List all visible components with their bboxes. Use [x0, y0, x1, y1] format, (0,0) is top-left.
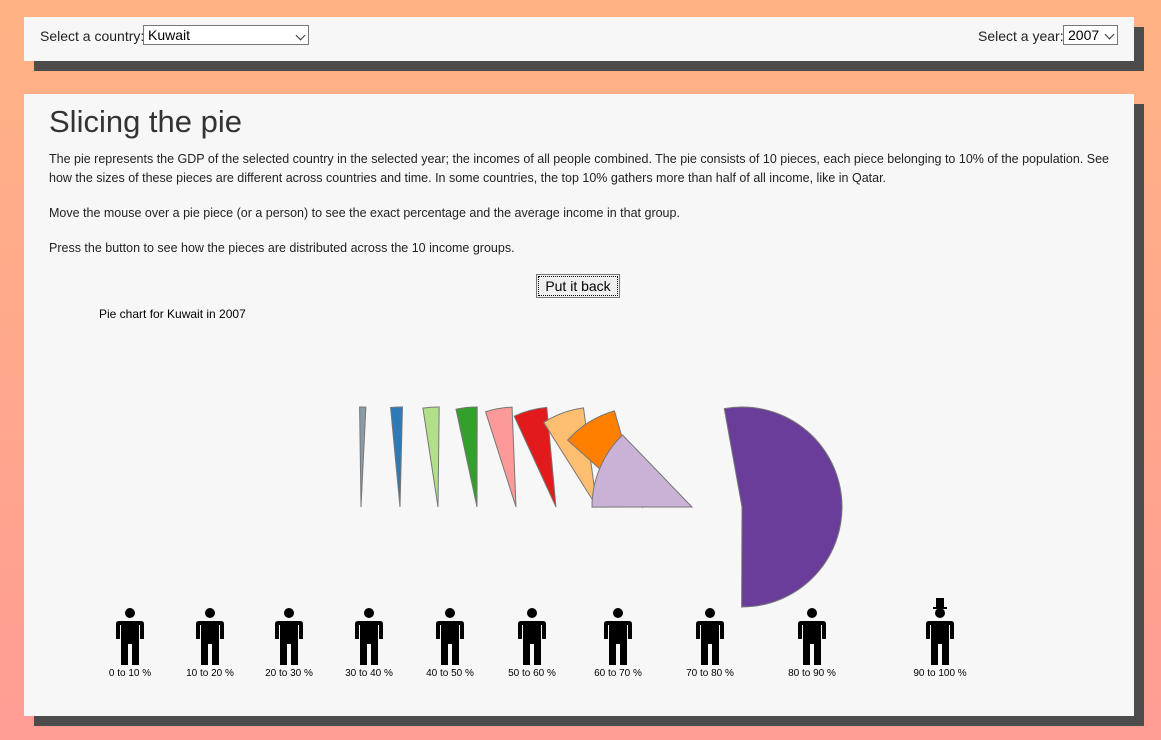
pie-slice-5[interactable]	[484, 406, 517, 508]
person-icon[interactable]	[196, 608, 224, 665]
country-select-value: Kuwait	[148, 27, 191, 43]
person-icon[interactable]	[355, 608, 383, 665]
country-select[interactable]: Kuwait	[143, 25, 309, 45]
person-icon[interactable]	[696, 608, 724, 665]
pie-slice-10[interactable]	[723, 406, 843, 608]
person-icon[interactable]	[436, 608, 464, 665]
income-group-label: 80 to 90 %	[788, 668, 836, 679]
income-group-label: 40 to 50 %	[426, 668, 474, 679]
person-icon[interactable]	[275, 608, 303, 665]
chevron-down-icon	[1104, 29, 1115, 40]
pie-slice-3[interactable]	[422, 406, 440, 508]
pie-slice-1[interactable]	[359, 406, 367, 508]
chevron-down-icon	[295, 30, 306, 41]
pie-chart: 0 to 10 % 10 to 20 % 20 to 30 % 30 to 40 % 4…	[109, 406, 967, 679]
income-group-label: 0 to 10 %	[109, 668, 151, 679]
income-group-label: 20 to 30 %	[265, 668, 313, 679]
income-group-label: 30 to 40 %	[345, 668, 393, 679]
person-icon[interactable]	[798, 608, 826, 665]
pie-slice-4[interactable]	[455, 406, 478, 508]
person-icon[interactable]	[926, 598, 954, 665]
income-group-label: 60 to 70 %	[594, 668, 642, 679]
year-select-value: 2007	[1068, 27, 1100, 43]
person-icon[interactable]	[518, 608, 546, 665]
pie-slice-2[interactable]	[390, 406, 403, 508]
selection-toolbar: Select a country: Kuwait Select a year: …	[24, 17, 1134, 61]
income-group-label: 90 to 100 %	[913, 668, 966, 679]
year-select[interactable]: 2007	[1063, 25, 1118, 45]
year-select-label: Select a year:	[978, 28, 1064, 44]
person-icon[interactable]	[116, 608, 144, 665]
income-group-label: 70 to 80 %	[686, 668, 734, 679]
person-icon[interactable]	[604, 608, 632, 665]
content-panel: Slicing the pie The pie represents the G…	[24, 94, 1134, 716]
income-group-label: 10 to 20 %	[186, 668, 234, 679]
top-hat-icon	[933, 598, 947, 609]
country-select-label: Select a country:	[40, 28, 145, 44]
income-group-label: 50 to 60 %	[508, 668, 556, 679]
